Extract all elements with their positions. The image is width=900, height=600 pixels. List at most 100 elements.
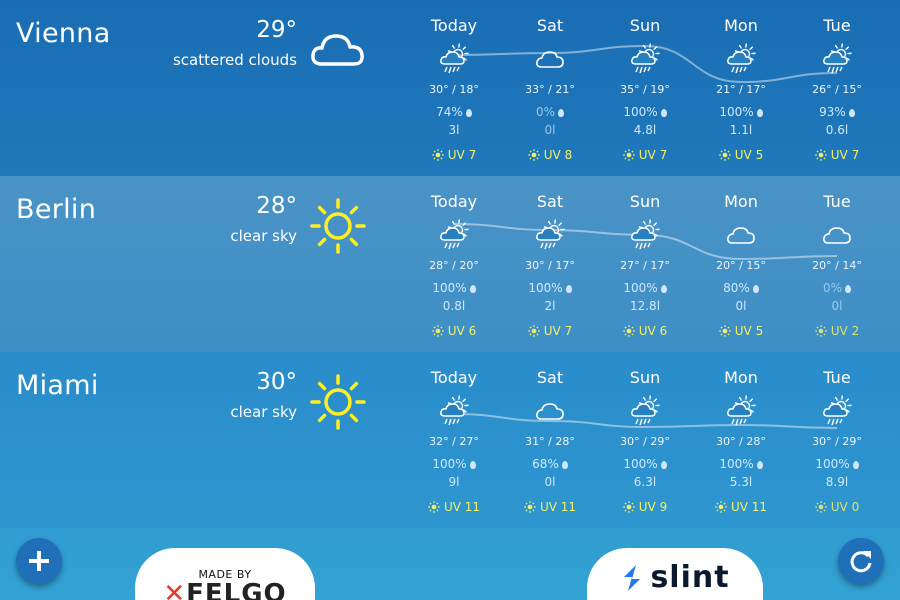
rain-cloud-sun-icon [628,42,662,76]
day-name: Sun [629,368,661,387]
day-name: Sat [536,192,564,211]
rain-cloud-sun-icon [628,394,662,428]
uv-sun-icon [718,325,731,337]
precipitation-probability: 0% [502,105,598,119]
plus-icon [29,551,49,571]
day-temperature-range: 26° / 15° [812,83,862,96]
precipitation-amount: 6.3l [633,475,657,489]
current-condition: clear sky [230,403,297,421]
precipitation-probability: 68% [502,457,598,471]
forecast-day[interactable]: Tue 26° / 15° 93% 0.6l UV 7 [789,16,885,162]
raindrop-icon [845,285,852,293]
city-row-miami[interactable]: Miami 30° clear sky Today 32° / 27° 100%… [0,352,900,528]
city-row-vienna[interactable]: Vienna 29° scattered clouds Today 30° / … [0,0,900,176]
precipitation-amount: 5.3l [729,475,753,489]
forecast-day[interactable]: Today 30° / 18° 74% 3l UV 7 [406,16,502,162]
day-temperature-range: 21° / 17° [716,83,766,96]
day-temperature-range: 30° / 29° [620,435,670,448]
rain-cloud-sun-icon [724,394,758,428]
forecast-day[interactable]: Sun 35° / 19° 100% 4.8l UV 7 [597,16,693,162]
sun-icon [308,372,368,432]
made-by-felgo-badge[interactable]: MADE BY ✕FELGO [135,548,315,600]
day-temperature-range: 27° / 17° [620,259,670,272]
precipitation-amount: 0.8l [442,299,466,313]
sun-icon [308,196,368,256]
forecast-day[interactable]: Sat 33° / 21° 0% 0l UV 8 [502,16,598,162]
uv-sun-icon [431,149,444,161]
day-name: Sun [629,192,661,211]
slint-badge[interactable]: slint [587,548,763,600]
add-city-button[interactable] [16,538,62,584]
rain-cloud-sun-icon [533,218,567,252]
forecast-day[interactable]: Sun 30° / 29° 100% 6.3l UV 9 [597,368,693,514]
forecast-day[interactable]: Today 32° / 27° 100% 9l UV 11 [406,368,502,514]
day-name: Tue [823,368,851,387]
precipitation-probability: 100% [693,457,789,471]
uv-sun-icon [718,149,731,161]
forecast-day[interactable]: Mon 20° / 15° 80% 0l UV 5 [693,192,789,338]
raindrop-icon [469,285,476,293]
precipitation-amount: 9l [448,475,460,489]
cloud-small-icon [533,394,567,428]
uv-sun-icon [814,501,827,513]
precipitation-amount: 0l [544,475,556,489]
uv-index: UV 7 [502,324,598,338]
uv-index: UV 11 [406,500,502,514]
uv-index: UV 7 [406,148,502,162]
current-temperature: 29° [256,17,297,43]
uv-sun-icon [428,501,440,513]
precipitation-probability: 100% [789,457,885,471]
precipitation-amount: 1.1l [729,123,753,137]
uv-index: UV 6 [406,324,502,338]
raindrop-icon [660,109,667,117]
forecast-day[interactable]: Sat 30° / 17° 100% 2l UV 7 [502,192,598,338]
forecast-day[interactable]: Tue 20° / 14° 0% 0l UV 2 [789,192,885,338]
uv-sun-icon [715,501,727,513]
day-temperature-range: 31° / 28° [525,435,575,448]
raindrop-icon [469,461,476,469]
slint-logo: slint [587,560,763,595]
forecast-day[interactable]: Mon 21° / 17° 100% 1.1l UV 5 [693,16,789,162]
uv-sun-icon [527,149,540,161]
rain-cloud-sun-icon [724,42,758,76]
precipitation-amount: 3l [448,123,460,137]
uv-sun-icon [814,325,827,337]
day-temperature-range: 28° / 20° [429,259,479,272]
day-temperature-range: 30° / 17° [525,259,575,272]
raindrop-icon [752,285,759,293]
day-temperature-range: 30° / 28° [716,435,766,448]
precipitation-amount: 8.9l [825,475,849,489]
rain-cloud-sun-icon [437,218,471,252]
precipitation-probability: 80% [693,281,789,295]
current-condition: scattered clouds [172,51,297,69]
forecast-day[interactable]: Tue 30° / 29° 100% 8.9l UV 0 [789,368,885,514]
precipitation-probability: 100% [597,457,693,471]
refresh-button[interactable] [838,538,884,584]
day-temperature-range: 30° / 18° [429,83,479,96]
uv-sun-icon [527,325,540,337]
forecast-day[interactable]: Today 28° / 20° 100% 0.8l UV 6 [406,192,502,338]
uv-sun-icon [814,149,827,161]
city-name: Berlin [16,194,97,225]
precipitation-probability: 100% [597,281,693,295]
day-temperature-range: 33° / 21° [525,83,575,96]
forecast-day[interactable]: Mon 30° / 28° 100% 5.3l UV 11 [693,368,789,514]
uv-index: UV 11 [502,500,598,514]
rain-cloud-sun-icon [437,394,471,428]
rain-cloud-sun-icon [437,42,471,76]
uv-sun-icon [622,501,635,513]
uv-index: UV 0 [789,500,885,514]
precipitation-probability: 74% [406,105,502,119]
uv-index: UV 8 [502,148,598,162]
forecast-day[interactable]: Sat 31° / 28° 68% 0l UV 11 [502,368,598,514]
precipitation-probability: 100% [406,281,502,295]
felgo-logo: ✕FELGO [135,579,315,600]
raindrop-icon [465,109,472,117]
city-row-berlin[interactable]: Berlin 28° clear sky Today 28° / 20° 100… [0,176,900,352]
forecast-day[interactable]: Sun 27° / 17° 100% 12.8l UV 6 [597,192,693,338]
precipitation-probability: 100% [693,105,789,119]
precipitation-probability: 93% [789,105,885,119]
raindrop-icon [660,461,667,469]
precipitation-probability: 100% [406,457,502,471]
raindrop-icon [848,109,855,117]
